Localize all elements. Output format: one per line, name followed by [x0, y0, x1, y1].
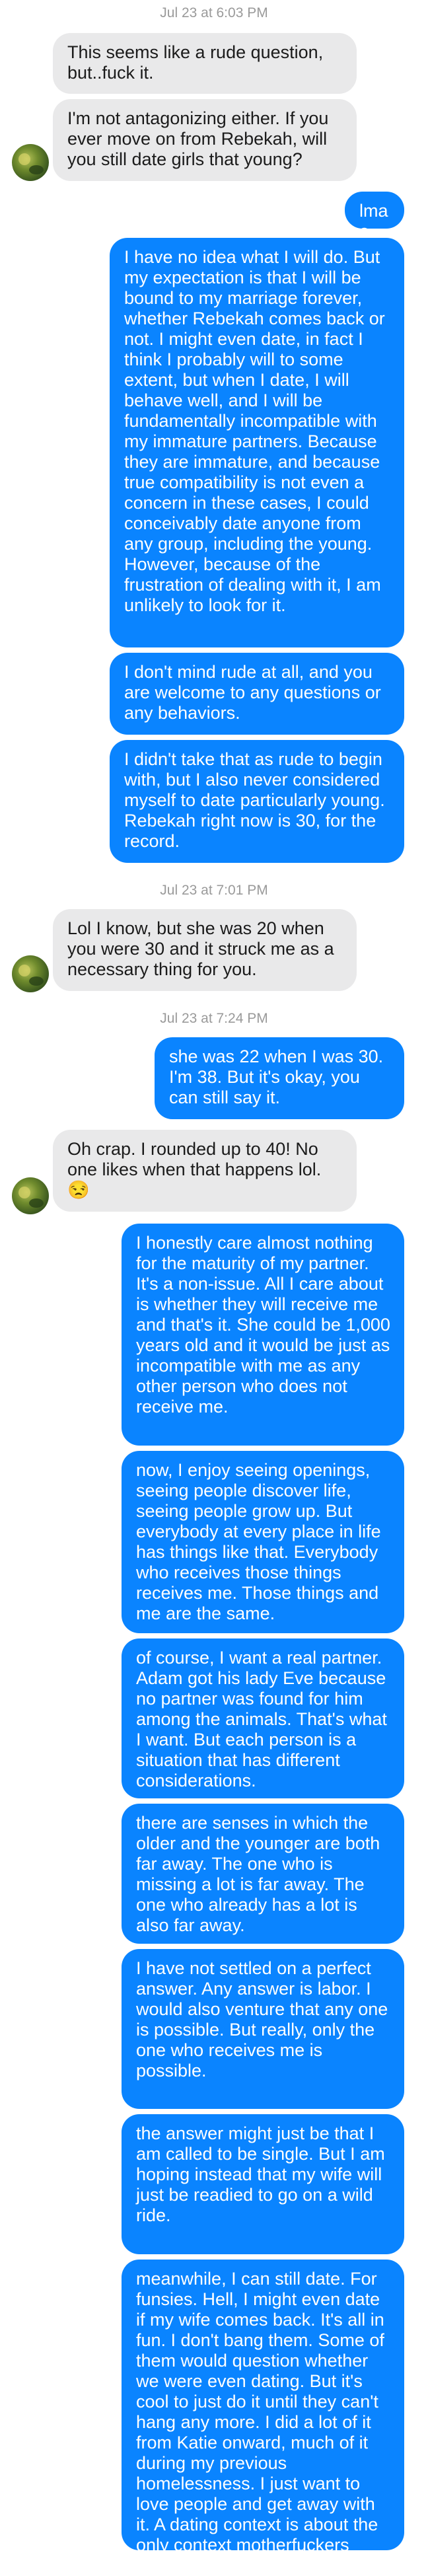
timestamp: Jul 23 at 6:03 PM — [160, 5, 268, 20]
outgoing-message[interactable]: of course, I want a real partner. Adam g… — [122, 1638, 404, 1798]
outgoing-message[interactable]: I honestly care almost nothing for the m… — [122, 1224, 404, 1446]
outgoing-message[interactable]: I have no idea what I will do. But my ex… — [110, 238, 404, 647]
outgoing-message[interactable]: lmao. — [345, 192, 404, 241]
outgoing-message[interactable]: I don't mind rude at all, and you are we… — [110, 653, 404, 735]
contact-avatar[interactable] — [12, 144, 49, 181]
message-thread: Jul 23 at 6:03 PM This seems like a rude… — [0, 0, 428, 2575]
message-text: Oh crap. I rounded up to 40! No one like… — [67, 1139, 322, 1179]
outgoing-message[interactable]: I have not settled on a perfect answer. … — [122, 1949, 404, 2109]
unamused-face-icon: 😒 — [67, 1180, 90, 1200]
incoming-message[interactable]: Lol I know, but she was 20 when you were… — [53, 909, 357, 991]
timestamp: Jul 23 at 7:01 PM — [160, 883, 268, 898]
incoming-message[interactable]: Oh crap. I rounded up to 40! No one like… — [53, 1130, 357, 1212]
outgoing-message[interactable]: I didn't take that as rude to begin with… — [110, 740, 404, 863]
incoming-message[interactable]: I'm not antagonizing either. If you ever… — [53, 99, 357, 181]
contact-avatar[interactable] — [12, 1177, 49, 1214]
outgoing-message[interactable]: she was 22 when I was 30. I'm 38. But it… — [155, 1037, 404, 1119]
outgoing-message[interactable]: now, I enjoy seeing openings, seeing peo… — [122, 1451, 404, 1633]
contact-avatar[interactable] — [12, 955, 49, 992]
outgoing-message[interactable]: there are senses in which the older and … — [122, 1804, 404, 1944]
incoming-message[interactable]: This seems like a rude question, but..fu… — [53, 33, 357, 94]
outgoing-message[interactable]: meanwhile, I can still date. For funsies… — [122, 2260, 404, 2575]
outgoing-message[interactable]: the answer might just be that I am calle… — [122, 2114, 404, 2254]
timestamp: Jul 23 at 7:24 PM — [160, 1011, 268, 1026]
